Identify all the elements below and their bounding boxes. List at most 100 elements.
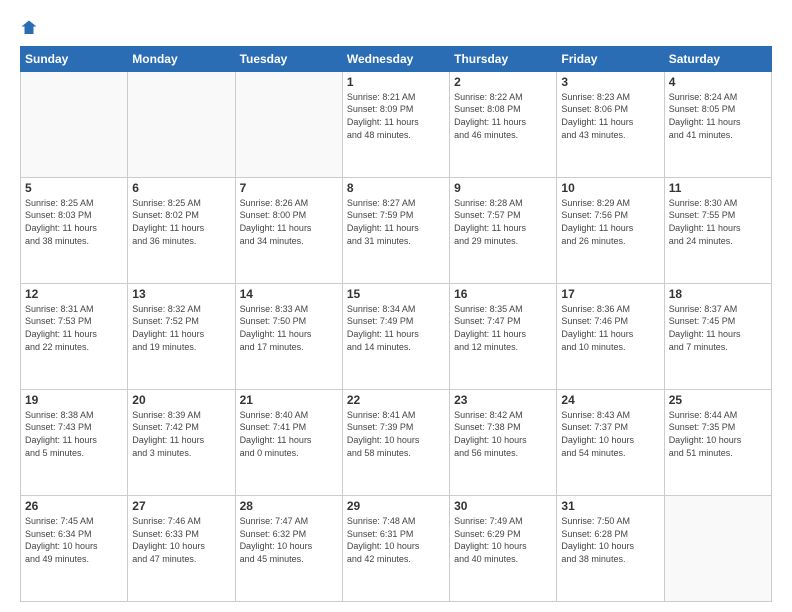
day-info: Sunrise: 8:40 AM Sunset: 7:41 PM Dayligh… (240, 409, 338, 459)
day-number: 11 (669, 181, 767, 195)
calendar-cell (128, 71, 235, 177)
calendar-cell: 1 Sunrise: 8:21 AM Sunset: 8:09 PM Daylig… (342, 71, 449, 177)
calendar-cell (664, 495, 771, 601)
calendar-week: 12 Sunrise: 8:31 AM Sunset: 7:53 PM Dayli… (21, 283, 772, 389)
calendar-cell: 19 Sunrise: 8:38 AM Sunset: 7:43 PM Dayli… (21, 389, 128, 495)
day-number: 14 (240, 287, 338, 301)
day-info: Sunrise: 7:48 AM Sunset: 6:31 PM Dayligh… (347, 515, 445, 565)
day-info: Sunrise: 8:32 AM Sunset: 7:52 PM Dayligh… (132, 303, 230, 353)
calendar-week: 1 Sunrise: 8:21 AM Sunset: 8:09 PM Daylig… (21, 71, 772, 177)
day-number: 17 (561, 287, 659, 301)
day-info: Sunrise: 8:44 AM Sunset: 7:35 PM Dayligh… (669, 409, 767, 459)
calendar-cell: 2 Sunrise: 8:22 AM Sunset: 8:08 PM Daylig… (450, 71, 557, 177)
day-number: 7 (240, 181, 338, 195)
day-number: 19 (25, 393, 123, 407)
calendar-header: SundayMondayTuesdayWednesdayThursdayFrid… (21, 46, 772, 71)
day-info: Sunrise: 8:31 AM Sunset: 7:53 PM Dayligh… (25, 303, 123, 353)
calendar-cell: 6 Sunrise: 8:25 AM Sunset: 8:02 PM Daylig… (128, 177, 235, 283)
calendar-cell: 18 Sunrise: 8:37 AM Sunset: 7:45 PM Dayli… (664, 283, 771, 389)
day-info: Sunrise: 8:35 AM Sunset: 7:47 PM Dayligh… (454, 303, 552, 353)
day-info: Sunrise: 8:25 AM Sunset: 8:02 PM Dayligh… (132, 197, 230, 247)
day-number: 13 (132, 287, 230, 301)
weekday-header: Tuesday (235, 46, 342, 71)
header (20, 18, 772, 38)
day-number: 6 (132, 181, 230, 195)
day-info: Sunrise: 8:43 AM Sunset: 7:37 PM Dayligh… (561, 409, 659, 459)
calendar-cell: 9 Sunrise: 8:28 AM Sunset: 7:57 PM Daylig… (450, 177, 557, 283)
calendar-cell: 25 Sunrise: 8:44 AM Sunset: 7:35 PM Dayli… (664, 389, 771, 495)
day-info: Sunrise: 7:46 AM Sunset: 6:33 PM Dayligh… (132, 515, 230, 565)
day-number: 9 (454, 181, 552, 195)
calendar-week: 26 Sunrise: 7:45 AM Sunset: 6:34 PM Dayli… (21, 495, 772, 601)
day-number: 31 (561, 499, 659, 513)
day-info: Sunrise: 8:39 AM Sunset: 7:42 PM Dayligh… (132, 409, 230, 459)
day-info: Sunrise: 8:27 AM Sunset: 7:59 PM Dayligh… (347, 197, 445, 247)
day-number: 5 (25, 181, 123, 195)
calendar-cell: 20 Sunrise: 8:39 AM Sunset: 7:42 PM Dayli… (128, 389, 235, 495)
day-number: 2 (454, 75, 552, 89)
calendar-cell: 13 Sunrise: 8:32 AM Sunset: 7:52 PM Dayli… (128, 283, 235, 389)
day-info: Sunrise: 8:23 AM Sunset: 8:06 PM Dayligh… (561, 91, 659, 141)
day-info: Sunrise: 8:28 AM Sunset: 7:57 PM Dayligh… (454, 197, 552, 247)
day-number: 8 (347, 181, 445, 195)
logo (20, 18, 42, 38)
day-number: 28 (240, 499, 338, 513)
day-info: Sunrise: 8:42 AM Sunset: 7:38 PM Dayligh… (454, 409, 552, 459)
day-number: 29 (347, 499, 445, 513)
calendar-cell: 27Sunrise: 7:46 AM Sunset: 6:33 PM Dayli… (128, 495, 235, 601)
calendar-body: 1 Sunrise: 8:21 AM Sunset: 8:09 PM Daylig… (21, 71, 772, 601)
day-number: 10 (561, 181, 659, 195)
calendar-cell (21, 71, 128, 177)
day-info: Sunrise: 8:30 AM Sunset: 7:55 PM Dayligh… (669, 197, 767, 247)
calendar-week: 19 Sunrise: 8:38 AM Sunset: 7:43 PM Dayli… (21, 389, 772, 495)
day-number: 30 (454, 499, 552, 513)
day-number: 12 (25, 287, 123, 301)
calendar-cell: 22 Sunrise: 8:41 AM Sunset: 7:39 PM Dayli… (342, 389, 449, 495)
day-info: Sunrise: 8:21 AM Sunset: 8:09 PM Dayligh… (347, 91, 445, 141)
calendar-cell: 24Sunrise: 8:43 AM Sunset: 7:37 PM Dayli… (557, 389, 664, 495)
day-info: Sunrise: 8:33 AM Sunset: 7:50 PM Dayligh… (240, 303, 338, 353)
calendar-cell: 28 Sunrise: 7:47 AM Sunset: 6:32 PM Dayli… (235, 495, 342, 601)
logo-icon (20, 19, 38, 37)
day-info: Sunrise: 7:49 AM Sunset: 6:29 PM Dayligh… (454, 515, 552, 565)
calendar-cell: 26 Sunrise: 7:45 AM Sunset: 6:34 PM Dayli… (21, 495, 128, 601)
calendar-cell: 15Sunrise: 8:34 AM Sunset: 7:49 PM Dayli… (342, 283, 449, 389)
weekday-row: SundayMondayTuesdayWednesdayThursdayFrid… (21, 46, 772, 71)
calendar-cell: 23 Sunrise: 8:42 AM Sunset: 7:38 PM Dayli… (450, 389, 557, 495)
day-number: 18 (669, 287, 767, 301)
calendar-cell: 17 Sunrise: 8:36 AM Sunset: 7:46 PM Dayli… (557, 283, 664, 389)
day-info: Sunrise: 8:41 AM Sunset: 7:39 PM Dayligh… (347, 409, 445, 459)
weekday-header: Monday (128, 46, 235, 71)
day-number: 16 (454, 287, 552, 301)
calendar-cell: 30 Sunrise: 7:49 AM Sunset: 6:29 PM Dayli… (450, 495, 557, 601)
day-info: Sunrise: 8:37 AM Sunset: 7:45 PM Dayligh… (669, 303, 767, 353)
day-info: Sunrise: 7:47 AM Sunset: 6:32 PM Dayligh… (240, 515, 338, 565)
weekday-header: Wednesday (342, 46, 449, 71)
day-info: Sunrise: 8:29 AM Sunset: 7:56 PM Dayligh… (561, 197, 659, 247)
calendar-cell: 14 Sunrise: 8:33 AM Sunset: 7:50 PM Dayli… (235, 283, 342, 389)
day-info: Sunrise: 8:36 AM Sunset: 7:46 PM Dayligh… (561, 303, 659, 353)
day-number: 15 (347, 287, 445, 301)
day-info: Sunrise: 8:38 AM Sunset: 7:43 PM Dayligh… (25, 409, 123, 459)
day-info: Sunrise: 7:50 AM Sunset: 6:28 PM Dayligh… (561, 515, 659, 565)
calendar-cell: 21 Sunrise: 8:40 AM Sunset: 7:41 PM Dayli… (235, 389, 342, 495)
calendar-cell: 3Sunrise: 8:23 AM Sunset: 8:06 PM Daylig… (557, 71, 664, 177)
weekday-header: Sunday (21, 46, 128, 71)
day-info: Sunrise: 8:24 AM Sunset: 8:05 PM Dayligh… (669, 91, 767, 141)
day-number: 22 (347, 393, 445, 407)
calendar-cell (235, 71, 342, 177)
calendar-cell: 7 Sunrise: 8:26 AM Sunset: 8:00 PM Daylig… (235, 177, 342, 283)
day-number: 1 (347, 75, 445, 89)
calendar-week: 5Sunrise: 8:25 AM Sunset: 8:03 PM Daylig… (21, 177, 772, 283)
weekday-header: Thursday (450, 46, 557, 71)
day-info: Sunrise: 8:26 AM Sunset: 8:00 PM Dayligh… (240, 197, 338, 247)
day-number: 21 (240, 393, 338, 407)
day-number: 4 (669, 75, 767, 89)
day-number: 23 (454, 393, 552, 407)
day-number: 25 (669, 393, 767, 407)
day-info: Sunrise: 7:45 AM Sunset: 6:34 PM Dayligh… (25, 515, 123, 565)
day-number: 26 (25, 499, 123, 513)
calendar-cell: 16 Sunrise: 8:35 AM Sunset: 7:47 PM Dayli… (450, 283, 557, 389)
day-number: 20 (132, 393, 230, 407)
day-info: Sunrise: 8:22 AM Sunset: 8:08 PM Dayligh… (454, 91, 552, 141)
